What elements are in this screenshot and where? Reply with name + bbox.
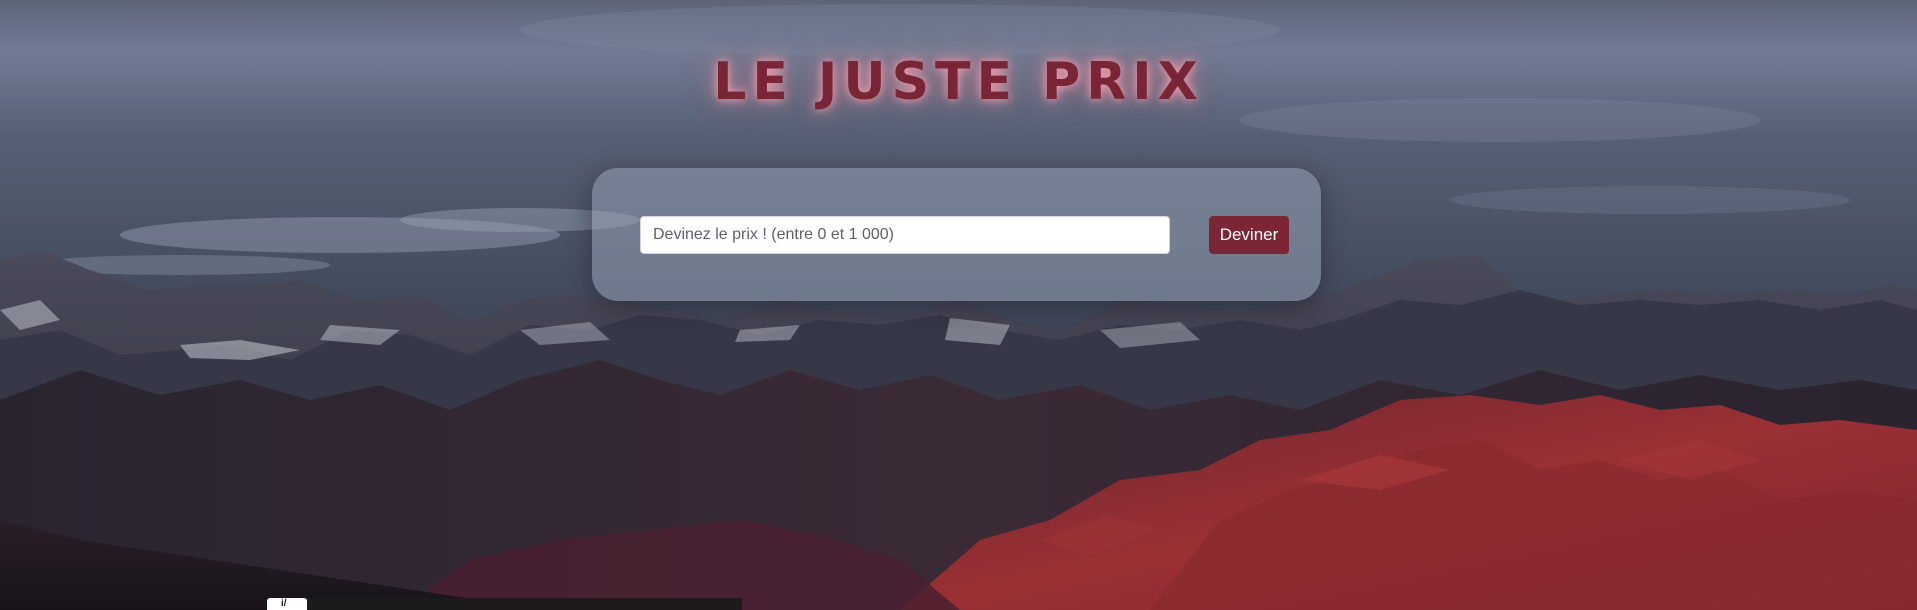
guess-button[interactable]: Deviner — [1209, 216, 1289, 254]
bottom-tab[interactable]: i/ — [267, 598, 307, 610]
bottom-tab-label: i/ — [281, 598, 287, 609]
guess-card: Deviner — [592, 168, 1321, 301]
page-title: LE JUSTE PRIX — [713, 52, 1204, 112]
app-root: LE JUSTE PRIX Deviner i/ — [0, 0, 1917, 610]
price-guess-input[interactable] — [640, 216, 1170, 254]
bottom-bar — [267, 598, 742, 610]
